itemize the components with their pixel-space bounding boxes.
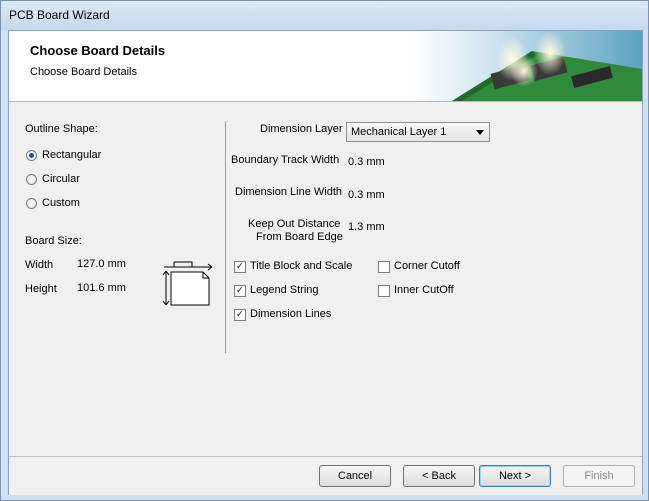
vertical-divider xyxy=(225,121,226,353)
width-label: Width xyxy=(25,259,54,271)
next-button[interactable]: Next > xyxy=(479,465,551,487)
boundary-track-width-value[interactable]: 0.3 mm xyxy=(348,156,385,168)
width-value[interactable]: 127.0 mm xyxy=(77,258,126,270)
finish-button[interactable]: Finish xyxy=(563,465,635,487)
legend-string-label[interactable]: Legend String xyxy=(250,284,319,296)
title-block-checkbox[interactable]: ✓ xyxy=(234,261,246,273)
dimension-line-width-value[interactable]: 0.3 mm xyxy=(348,189,385,201)
circular-label[interactable]: Circular xyxy=(42,173,80,185)
dimension-layer-select[interactable]: Mechanical Layer 1 xyxy=(346,122,490,142)
corner-cutoff-label[interactable]: Corner Cutoff xyxy=(394,260,460,272)
title-block-label[interactable]: Title Block and Scale xyxy=(250,260,352,272)
rectangular-radio[interactable] xyxy=(26,150,37,161)
cancel-button[interactable]: Cancel xyxy=(319,465,391,487)
dimension-lines-checkbox[interactable]: ✓ xyxy=(234,309,246,321)
legend-string-checkbox[interactable]: ✓ xyxy=(234,285,246,297)
page-title: Choose Board Details xyxy=(30,43,166,58)
boundary-track-width-label: Boundary Track Width xyxy=(231,154,340,166)
height-label: Height xyxy=(25,283,57,295)
inner-cutoff-checkbox[interactable] xyxy=(378,285,390,297)
wizard-header: Choose Board Details Choose Board Detail… xyxy=(9,31,642,102)
button-bar: Cancel < Back Next > Finish xyxy=(9,456,642,495)
pcb-banner-image xyxy=(412,31,642,101)
rectangular-label[interactable]: Rectangular xyxy=(42,149,101,161)
window-title: PCB Board Wizard xyxy=(9,8,110,22)
keep-out-distance-value[interactable]: 1.3 mm xyxy=(348,221,385,233)
dimension-layer-label: Dimension Layer xyxy=(260,123,343,135)
keep-out-distance-label: Keep Out Distance xyxy=(248,218,341,230)
custom-label[interactable]: Custom xyxy=(42,197,80,209)
keep-out-edge-label: From Board Edge xyxy=(256,231,343,243)
back-button[interactable]: < Back xyxy=(403,465,475,487)
wizard-client-area: Choose Board Details Choose Board Detail… xyxy=(8,30,643,495)
dimension-line-width-label: Dimension Line Width xyxy=(235,186,342,198)
custom-radio[interactable] xyxy=(26,198,37,209)
page-subtitle: Choose Board Details xyxy=(30,66,138,78)
dimension-layer-value: Mechanical Layer 1 xyxy=(351,126,447,138)
circular-radio[interactable] xyxy=(26,174,37,185)
board-size-label: Board Size: xyxy=(25,235,82,247)
outline-shape-label: Outline Shape: xyxy=(25,123,98,135)
inner-cutoff-label[interactable]: Inner CutOff xyxy=(394,284,454,296)
chevron-down-icon xyxy=(476,130,484,135)
wizard-window: PCB Board Wizard Choose Board Details Ch… xyxy=(0,0,649,501)
corner-cutoff-checkbox[interactable] xyxy=(378,261,390,273)
dimension-lines-label[interactable]: Dimension Lines xyxy=(250,308,331,320)
title-bar[interactable]: PCB Board Wizard xyxy=(1,1,648,30)
height-value[interactable]: 101.6 mm xyxy=(77,282,126,294)
board-dimension-icon xyxy=(162,261,213,306)
